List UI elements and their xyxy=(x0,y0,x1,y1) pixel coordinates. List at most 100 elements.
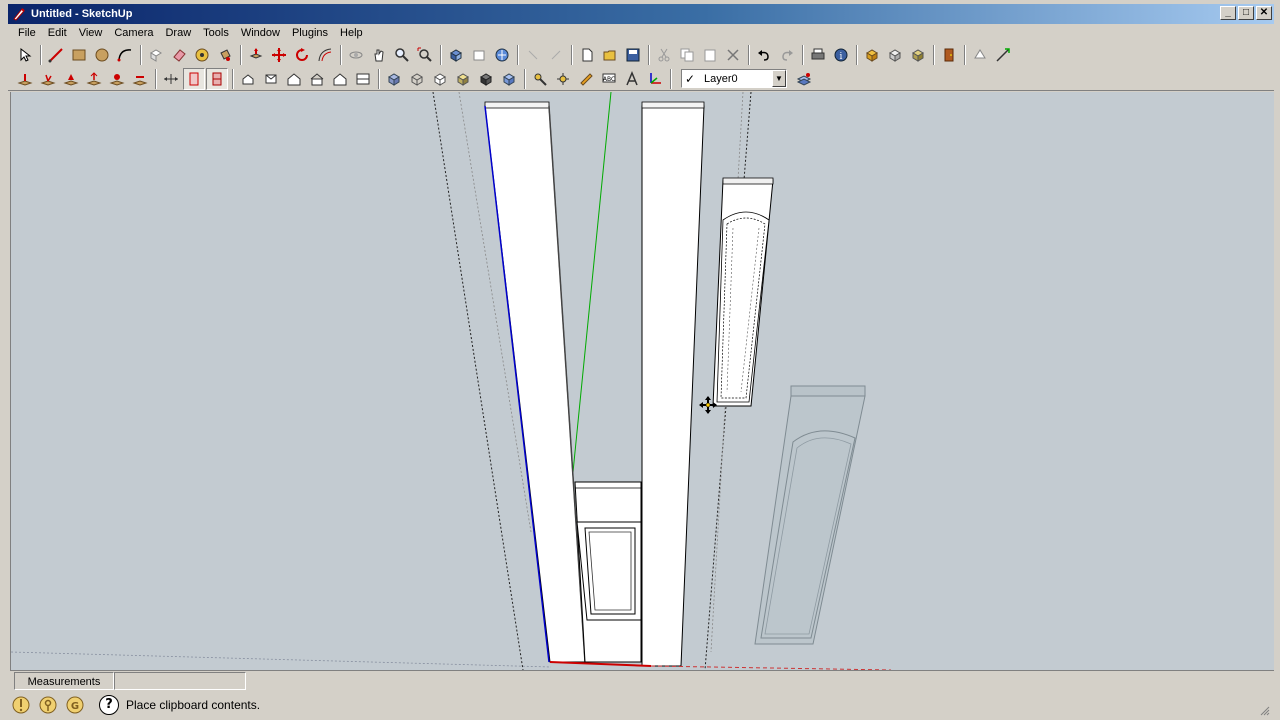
front-view-icon[interactable] xyxy=(283,68,305,90)
menu-edit[interactable]: Edit xyxy=(42,25,73,41)
menu-bar: File Edit View Camera Draw Tools Window … xyxy=(8,24,1274,42)
cut-icon[interactable] xyxy=(653,44,675,66)
axes-icon[interactable] xyxy=(644,68,666,90)
paste-icon[interactable] xyxy=(699,44,721,66)
rotate-icon[interactable] xyxy=(291,44,313,66)
position-camera-icon[interactable] xyxy=(575,68,597,90)
google-signin-icon[interactable]: G xyxy=(64,694,86,716)
arc-icon[interactable] xyxy=(114,44,136,66)
wireframe-icon[interactable] xyxy=(406,68,428,90)
pan-icon[interactable] xyxy=(368,44,390,66)
move-icon[interactable] xyxy=(268,44,290,66)
menu-draw[interactable]: Draw xyxy=(159,25,197,41)
eraser-icon[interactable] xyxy=(168,44,190,66)
top-view-icon[interactable] xyxy=(260,68,282,90)
hidden-line-icon[interactable] xyxy=(429,68,451,90)
model-scene[interactable] xyxy=(11,92,1274,670)
toolbar-separator xyxy=(856,45,858,65)
layer-dropdown[interactable]: ✓ Layer0 ▼ xyxy=(681,69,787,88)
geo-location-icon[interactable] xyxy=(10,694,32,716)
toolbar-separator xyxy=(378,68,380,89)
door-icon[interactable] xyxy=(938,44,960,66)
get-models-icon[interactable] xyxy=(491,44,513,66)
previous-view-icon[interactable] xyxy=(445,44,467,66)
redo-icon[interactable] xyxy=(776,44,798,66)
credits-icon[interactable] xyxy=(37,694,59,716)
menu-window[interactable]: Window xyxy=(235,25,286,41)
section-plane-icon[interactable] xyxy=(160,68,182,90)
menu-view[interactable]: View xyxy=(73,25,109,41)
xray-icon[interactable] xyxy=(383,68,405,90)
line-icon[interactable] xyxy=(45,44,67,66)
section-cut-icon[interactable] xyxy=(206,67,228,90)
right-view-icon[interactable] xyxy=(306,68,328,90)
right-panel-top xyxy=(641,101,705,109)
shaded-textures-icon[interactable] xyxy=(475,68,497,90)
open-icon[interactable] xyxy=(599,44,621,66)
zoom-icon[interactable] xyxy=(391,44,413,66)
drawing-viewport[interactable] xyxy=(10,92,1274,670)
menu-camera[interactable]: Camera xyxy=(108,25,159,41)
iso-view-icon[interactable] xyxy=(237,68,259,90)
close-button[interactable]: ✕ xyxy=(1256,6,1272,20)
toolbar-separator xyxy=(802,45,804,65)
toolbar-separator xyxy=(40,45,42,65)
select-icon[interactable] xyxy=(14,44,36,66)
maximize-button[interactable]: □ xyxy=(1238,6,1254,20)
menu-tools[interactable]: Tools xyxy=(197,25,235,41)
save-icon[interactable] xyxy=(622,44,644,66)
minimize-button[interactable]: _ xyxy=(1220,6,1236,20)
toolbar-separator xyxy=(524,68,526,89)
help-icon[interactable]: ? xyxy=(99,695,119,715)
add-location-icon[interactable] xyxy=(14,68,36,90)
look-around-icon[interactable] xyxy=(552,68,574,90)
solid-icon[interactable] xyxy=(907,44,929,66)
stamp-icon[interactable] xyxy=(60,68,82,90)
new-icon[interactable] xyxy=(576,44,598,66)
3d-text-icon[interactable] xyxy=(621,68,643,90)
back-view-icon[interactable] xyxy=(329,68,351,90)
drape-icon[interactable] xyxy=(83,68,105,90)
menu-plugins[interactable]: Plugins xyxy=(286,25,334,41)
circle-icon[interactable] xyxy=(91,44,113,66)
follow-me-icon[interactable] xyxy=(992,44,1014,66)
zoom-extents-icon[interactable] xyxy=(414,44,436,66)
left-view-icon[interactable] xyxy=(352,68,374,90)
next-view-icon[interactable] xyxy=(468,44,490,66)
menu-file[interactable]: File xyxy=(12,25,42,41)
menu-help[interactable]: Help xyxy=(334,25,369,41)
push-pull-icon[interactable] xyxy=(245,44,267,66)
print-icon[interactable] xyxy=(807,44,829,66)
model-info-icon[interactable]: i xyxy=(830,44,852,66)
flip-edge-icon[interactable] xyxy=(129,68,151,90)
toolbar-separator xyxy=(748,45,750,65)
chevron-down-icon[interactable]: ▼ xyxy=(772,70,786,87)
sketchup-logo-icon xyxy=(13,8,25,21)
tape-measure-icon[interactable] xyxy=(191,44,213,66)
monochrome-icon[interactable] xyxy=(498,68,520,90)
terrain-icon[interactable] xyxy=(37,68,59,90)
rectangle-icon[interactable] xyxy=(68,44,90,66)
group-icon[interactable] xyxy=(884,44,906,66)
text-icon[interactable]: ABC xyxy=(598,68,620,90)
walk-icon[interactable] xyxy=(529,68,551,90)
measurements-input[interactable] xyxy=(114,671,246,690)
bottom-raised-panel xyxy=(584,527,636,615)
resize-grip-icon[interactable] xyxy=(1258,704,1270,716)
shaded-icon[interactable] xyxy=(452,68,474,90)
secondary-toolbar: ABC ✓ Layer0 ▼ xyxy=(8,67,1274,91)
section-icon[interactable] xyxy=(969,44,991,66)
layer-manager-icon[interactable] xyxy=(793,68,815,90)
orbit-icon[interactable] xyxy=(345,44,367,66)
offset-icon[interactable] xyxy=(314,44,336,66)
left-panel-top xyxy=(484,101,550,109)
make-component-icon[interactable] xyxy=(145,44,167,66)
section-display-icon[interactable] xyxy=(183,67,205,90)
svg-text:ABC: ABC xyxy=(603,76,615,83)
delete-icon[interactable] xyxy=(722,44,744,66)
copy-icon[interactable] xyxy=(676,44,698,66)
component-icon[interactable] xyxy=(861,44,883,66)
smoove-icon[interactable] xyxy=(106,68,128,90)
undo-icon[interactable] xyxy=(753,44,775,66)
paint-bucket-icon[interactable] xyxy=(214,44,236,66)
